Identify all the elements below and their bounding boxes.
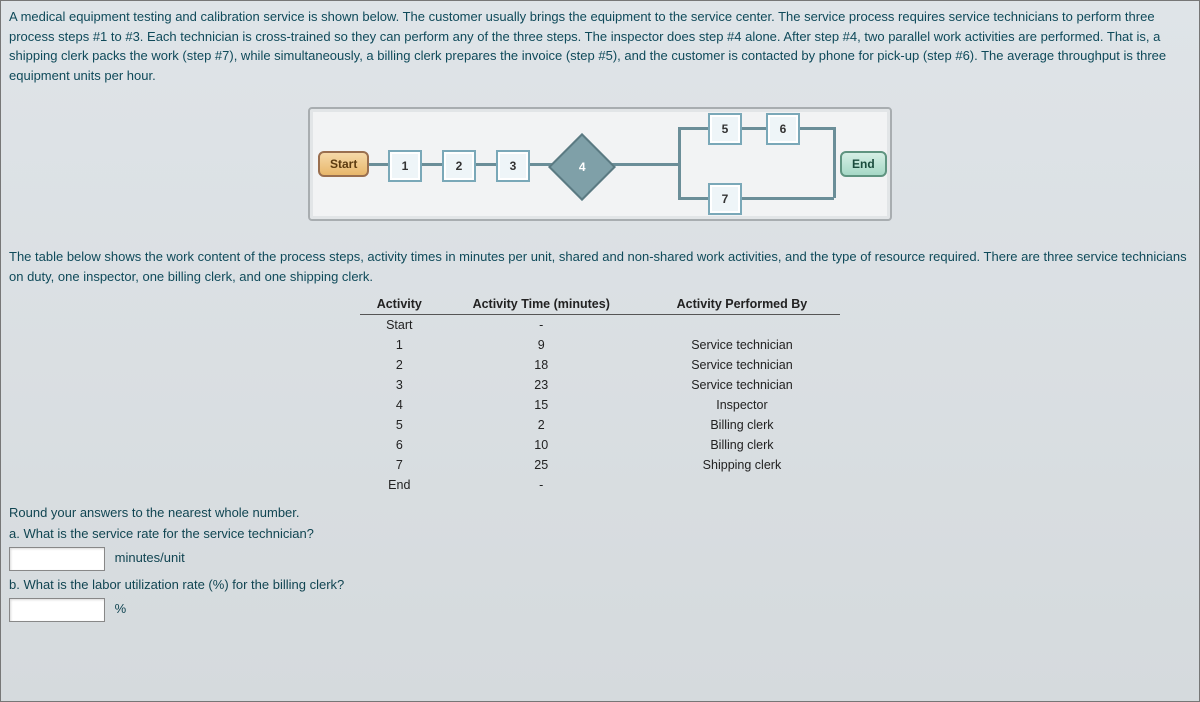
problem-description-1: A medical equipment testing and calibrat… — [9, 7, 1191, 85]
table-row: 725Shipping clerk — [360, 455, 840, 475]
diagram-node-7: 7 — [708, 183, 742, 215]
rounding-instruction: Round your answers to the nearest whole … — [9, 505, 1191, 520]
diagram-node-3: 3 — [496, 150, 530, 182]
problem-description-2: The table below shows the work content o… — [9, 247, 1191, 286]
answer-b-input[interactable] — [9, 598, 105, 622]
diagram-node-2: 2 — [442, 150, 476, 182]
table-row: 323Service technician — [360, 375, 840, 395]
diagram-node-4: 4 — [548, 133, 616, 201]
table-row: 610Billing clerk — [360, 435, 840, 455]
th-by: Activity Performed By — [644, 294, 840, 315]
th-activity: Activity — [360, 294, 439, 315]
table-row: 19Service technician — [360, 335, 840, 355]
table-row: Start- — [360, 315, 840, 336]
table-row: 52Billing clerk — [360, 415, 840, 435]
diagram-node-5: 5 — [708, 113, 742, 145]
diagram-node-6: 6 — [766, 113, 800, 145]
table-row: 218Service technician — [360, 355, 840, 375]
process-flow-diagram: Start 1 2 3 4 5 6 7 End — [308, 107, 892, 221]
activity-table: Activity Activity Time (minutes) Activit… — [360, 294, 840, 495]
answer-a-unit: minutes/unit — [115, 550, 185, 565]
table-row: End- — [360, 475, 840, 495]
diagram-end-node: End — [840, 151, 887, 177]
question-b-text: b. What is the labor utilization rate (%… — [9, 577, 1191, 592]
diagram-node-1: 1 — [388, 150, 422, 182]
answer-a-input[interactable] — [9, 547, 105, 571]
diagram-start-node: Start — [318, 151, 369, 177]
answer-b-unit: % — [115, 601, 127, 616]
th-time: Activity Time (minutes) — [439, 294, 644, 315]
question-a-text: a. What is the service rate for the serv… — [9, 526, 1191, 541]
table-row: 415Inspector — [360, 395, 840, 415]
